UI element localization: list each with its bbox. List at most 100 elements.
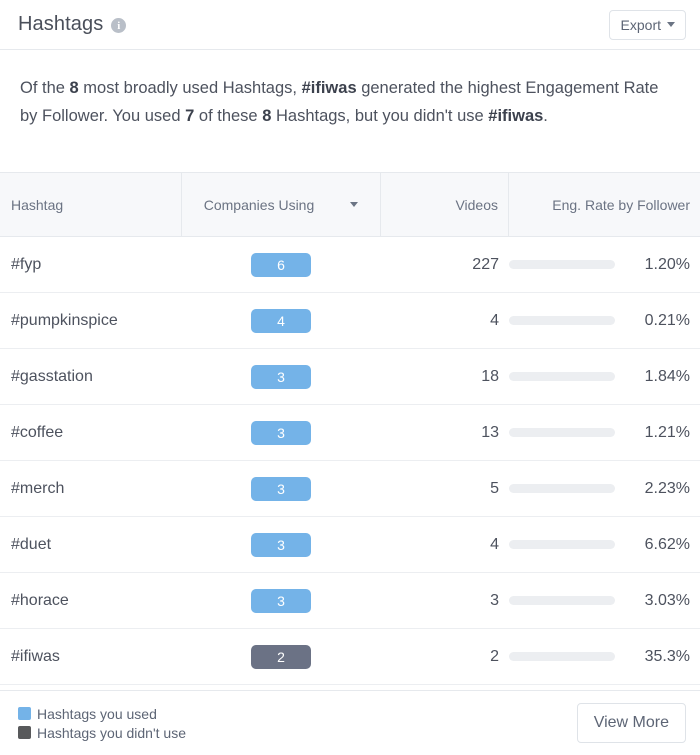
cell-videos: 13 bbox=[481, 423, 499, 441]
cell-eng-rate: 0.21% bbox=[509, 312, 700, 330]
eng-rate-bar-track bbox=[509, 540, 615, 549]
column-header-videos[interactable]: Videos bbox=[381, 172, 509, 237]
cell-hashtag[interactable]: #merch bbox=[0, 480, 181, 498]
summary-part-5: Hashtags, but you didn't use bbox=[271, 107, 489, 125]
legend-item-used: Hashtags you used bbox=[18, 706, 186, 722]
cell-videos: 5 bbox=[490, 479, 499, 497]
export-button[interactable]: Export bbox=[608, 9, 686, 40]
cell-eng-rate: 35.3% bbox=[509, 648, 700, 666]
summary-text: Of the 8 most broadly used Hashtags, #if… bbox=[0, 50, 700, 172]
table-row[interactable]: #merch 3 5 2.23% bbox=[0, 461, 700, 517]
cell-eng-rate: 6.62% bbox=[509, 536, 700, 554]
table-body: #fyp 6 227 1.20% #pumpkinspice 4 4 0.21% #gassta… bbox=[0, 237, 700, 685]
legend-swatch-used bbox=[18, 707, 31, 720]
companies-using-badge[interactable]: 3 bbox=[251, 588, 311, 613]
table-row[interactable]: #gasstation 3 18 1.84% bbox=[0, 349, 700, 405]
cell-companies-using: 3 bbox=[181, 532, 381, 557]
hashtags-table: Hashtag Companies Using Videos Eng. Rate… bbox=[0, 172, 700, 690]
cell-hashtag[interactable]: #fyp bbox=[0, 256, 181, 274]
eng-rate-bar-track bbox=[509, 316, 615, 325]
view-more-button[interactable]: View More bbox=[576, 703, 686, 743]
table-header-row: Hashtag Companies Using Videos Eng. Rate… bbox=[0, 172, 700, 237]
summary-part-1: Of the bbox=[20, 79, 70, 97]
cell-videos: 3 bbox=[490, 591, 499, 609]
column-header-eng-rate[interactable]: Eng. Rate by Follower bbox=[509, 172, 700, 237]
cell-eng-rate: 1.84% bbox=[509, 368, 700, 386]
column-header-companies-using[interactable]: Companies Using bbox=[181, 172, 381, 237]
cell-companies-using: 4 bbox=[181, 308, 381, 333]
eng-rate-bar-track bbox=[509, 484, 615, 493]
eng-rate-value: 6.62% bbox=[644, 535, 690, 553]
column-header-companies-using-label: Companies Using bbox=[203, 196, 315, 213]
cell-companies-using: 2 bbox=[181, 644, 381, 669]
cell-hashtag[interactable]: #pumpkinspice bbox=[0, 312, 181, 330]
cell-eng-rate: 2.23% bbox=[509, 480, 700, 498]
table-row[interactable]: #fyp 6 227 1.20% bbox=[0, 237, 700, 293]
table-row[interactable]: #pumpkinspice 4 4 0.21% bbox=[0, 293, 700, 349]
summary-count-total-2: 8 bbox=[262, 107, 272, 125]
table-row[interactable]: #duet 3 4 6.62% bbox=[0, 517, 700, 573]
eng-rate-value: 1.84% bbox=[644, 367, 690, 385]
legend-item-unused: Hashtags you didn't use bbox=[18, 725, 186, 741]
hashtags-card: Hashtags i Export Of the 8 most broadly … bbox=[0, 0, 700, 755]
cell-videos: 4 bbox=[490, 535, 499, 553]
cell-hashtag[interactable]: #coffee bbox=[0, 424, 181, 442]
eng-rate-bar-track bbox=[509, 260, 615, 269]
eng-rate-bar-track bbox=[509, 428, 615, 437]
summary-unused-hashtag: #ifiwas bbox=[488, 107, 544, 125]
cell-companies-using: 3 bbox=[181, 588, 381, 613]
summary-count-total: 8 bbox=[69, 79, 79, 97]
column-header-eng-rate-label: Eng. Rate by Follower bbox=[552, 196, 690, 213]
summary-count-used: 7 bbox=[185, 107, 195, 125]
cell-hashtag[interactable]: #duet bbox=[0, 536, 181, 554]
cell-hashtag[interactable]: #gasstation bbox=[0, 368, 181, 386]
eng-rate-bar-track bbox=[509, 652, 615, 661]
summary-part-6: . bbox=[543, 107, 548, 125]
table-row[interactable]: #ifiwas 2 2 35.3% bbox=[0, 629, 700, 685]
eng-rate-bar-track bbox=[509, 372, 615, 381]
legend: Hashtags you used Hashtags you didn't us… bbox=[18, 706, 186, 741]
cell-hashtag[interactable]: #horace bbox=[0, 592, 181, 610]
card-header: Hashtags i Export bbox=[0, 0, 700, 50]
cell-videos: 18 bbox=[481, 367, 499, 385]
eng-rate-value: 0.21% bbox=[644, 311, 690, 329]
cell-companies-using: 3 bbox=[181, 420, 381, 445]
companies-using-badge[interactable]: 6 bbox=[251, 252, 311, 277]
info-icon[interactable]: i bbox=[111, 18, 127, 33]
eng-rate-bar-track bbox=[509, 596, 615, 605]
summary-part-4: of these bbox=[194, 107, 263, 125]
export-button-label: Export bbox=[620, 16, 661, 33]
eng-rate-value: 1.21% bbox=[644, 423, 690, 441]
legend-swatch-unused bbox=[18, 726, 31, 739]
cell-companies-using: 3 bbox=[181, 476, 381, 501]
chevron-down-icon bbox=[667, 22, 675, 27]
column-header-hashtag[interactable]: Hashtag bbox=[0, 172, 181, 237]
cell-eng-rate: 1.20% bbox=[509, 256, 700, 274]
summary-top-hashtag: #ifiwas bbox=[301, 79, 357, 97]
summary-part-2: most broadly used Hashtags, bbox=[78, 79, 302, 97]
eng-rate-value: 35.3% bbox=[644, 647, 690, 665]
legend-label-unused: Hashtags you didn't use bbox=[37, 724, 186, 741]
caret-down-icon bbox=[350, 202, 359, 207]
legend-label-used: Hashtags you used bbox=[37, 705, 157, 722]
eng-rate-value: 2.23% bbox=[644, 479, 690, 497]
cell-companies-using: 3 bbox=[181, 364, 381, 389]
companies-using-badge[interactable]: 3 bbox=[251, 364, 311, 389]
column-header-hashtag-label: Hashtag bbox=[11, 196, 64, 213]
table-row[interactable]: #coffee 3 13 1.21% bbox=[0, 405, 700, 461]
column-header-videos-label: Videos bbox=[455, 196, 498, 213]
eng-rate-value: 3.03% bbox=[644, 591, 690, 609]
companies-using-badge[interactable]: 3 bbox=[251, 420, 311, 445]
cell-videos: 4 bbox=[490, 311, 499, 329]
cell-eng-rate: 3.03% bbox=[509, 592, 700, 610]
eng-rate-value: 1.20% bbox=[644, 255, 690, 273]
cell-videos: 2 bbox=[490, 647, 499, 665]
companies-using-badge[interactable]: 4 bbox=[251, 308, 311, 333]
card-footer: Hashtags you used Hashtags you didn't us… bbox=[0, 690, 700, 755]
table-row[interactable]: #horace 3 3 3.03% bbox=[0, 573, 700, 629]
companies-using-badge[interactable]: 3 bbox=[251, 476, 311, 501]
cell-hashtag[interactable]: #ifiwas bbox=[0, 648, 181, 666]
companies-using-badge[interactable]: 3 bbox=[251, 532, 311, 557]
cell-videos: 227 bbox=[472, 255, 499, 273]
companies-using-badge[interactable]: 2 bbox=[251, 644, 311, 669]
